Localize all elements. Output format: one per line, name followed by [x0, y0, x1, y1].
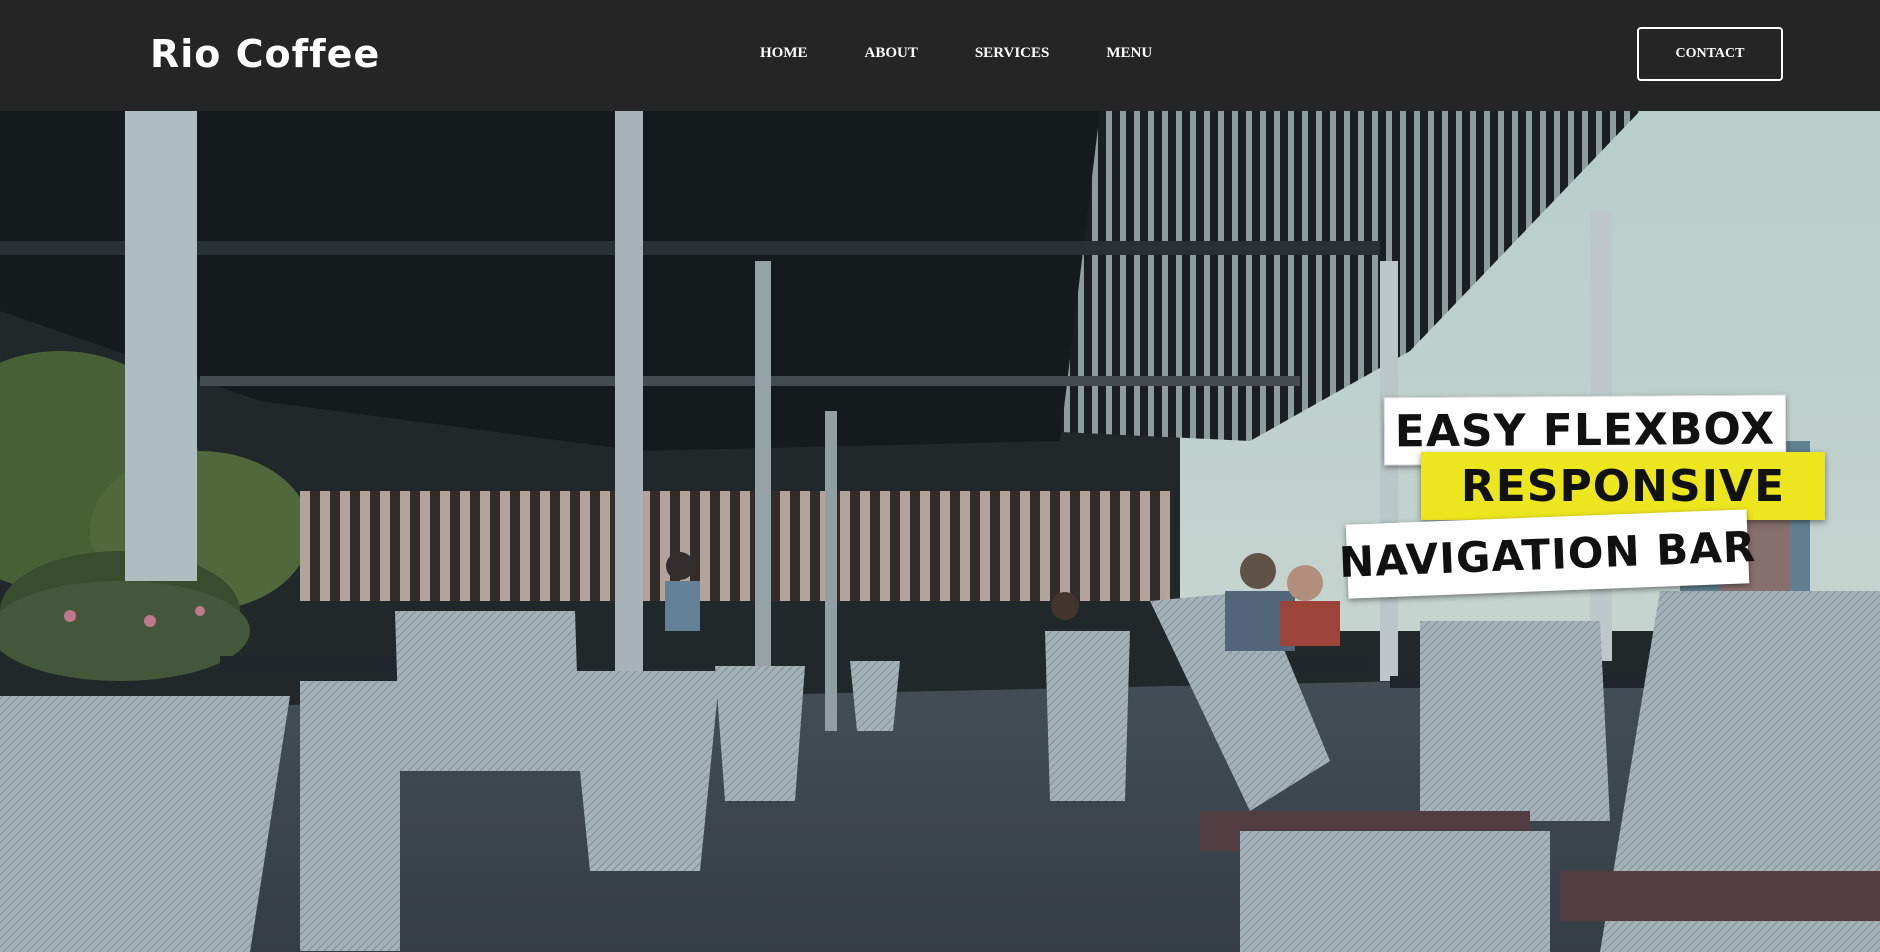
nav-link-services[interactable]: SERVICES: [975, 45, 1050, 62]
hero-section: EASY FLEXBOX RESPONSIVE NAVIGATION BAR: [0, 111, 1880, 952]
navbar: Rio Coffee HOME ABOUT SERVICES MENU CONT…: [0, 0, 1880, 111]
tagline-responsive: RESPONSIVE: [1421, 452, 1825, 520]
nav-link-about[interactable]: ABOUT: [865, 45, 918, 62]
contact-button[interactable]: CONTACT: [1637, 27, 1783, 81]
nav-link-home[interactable]: HOME: [760, 45, 808, 62]
tagline-navigation-bar: NAVIGATION BAR: [1338, 509, 1757, 599]
nav-link-menu[interactable]: MENU: [1106, 45, 1152, 62]
main-nav: HOME ABOUT SERVICES MENU: [760, 45, 1209, 62]
brand-logo[interactable]: Rio Coffee: [150, 32, 380, 76]
